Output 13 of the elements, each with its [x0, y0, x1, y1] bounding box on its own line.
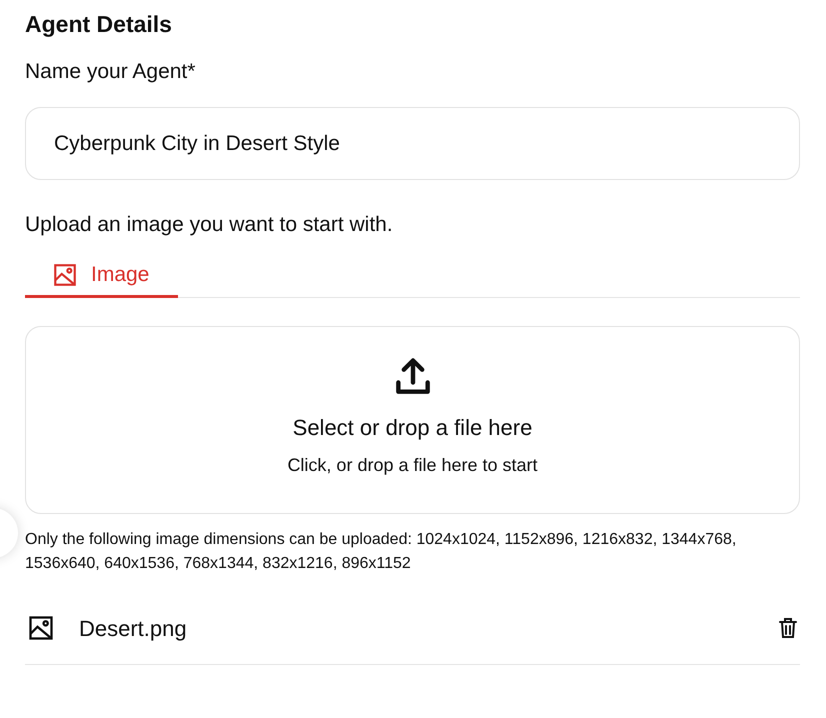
trash-icon[interactable] [776, 616, 800, 640]
file-name: Desert.png [79, 614, 187, 643]
upload-prompt: Upload an image you want to start with. [25, 212, 393, 238]
dimensions-hint: Only the following image dimensions can be uploaded: 1024x1024, 1152x896, 1216x832, 1344x768, 1536x640, 640x1536, 768x1344, 832x1216, 896x1152 [25, 530, 738, 574]
name-field[interactable]: Cyberpunk City in Desert Style [25, 107, 800, 180]
dropzone-subtitle: Click, or drop a file here to start [287, 454, 538, 477]
tab[interactable]: Image [25, 254, 178, 298]
drop-zone[interactable]: Select or drop a file here Click, or drop a file here to start [25, 326, 800, 514]
image-icon [52, 262, 78, 288]
section-title: Agent Details [25, 10, 172, 39]
dropzone-title: Select or drop a file here [292, 414, 532, 442]
image-icon [27, 614, 55, 642]
field-label: Name your Agent* [25, 59, 196, 85]
